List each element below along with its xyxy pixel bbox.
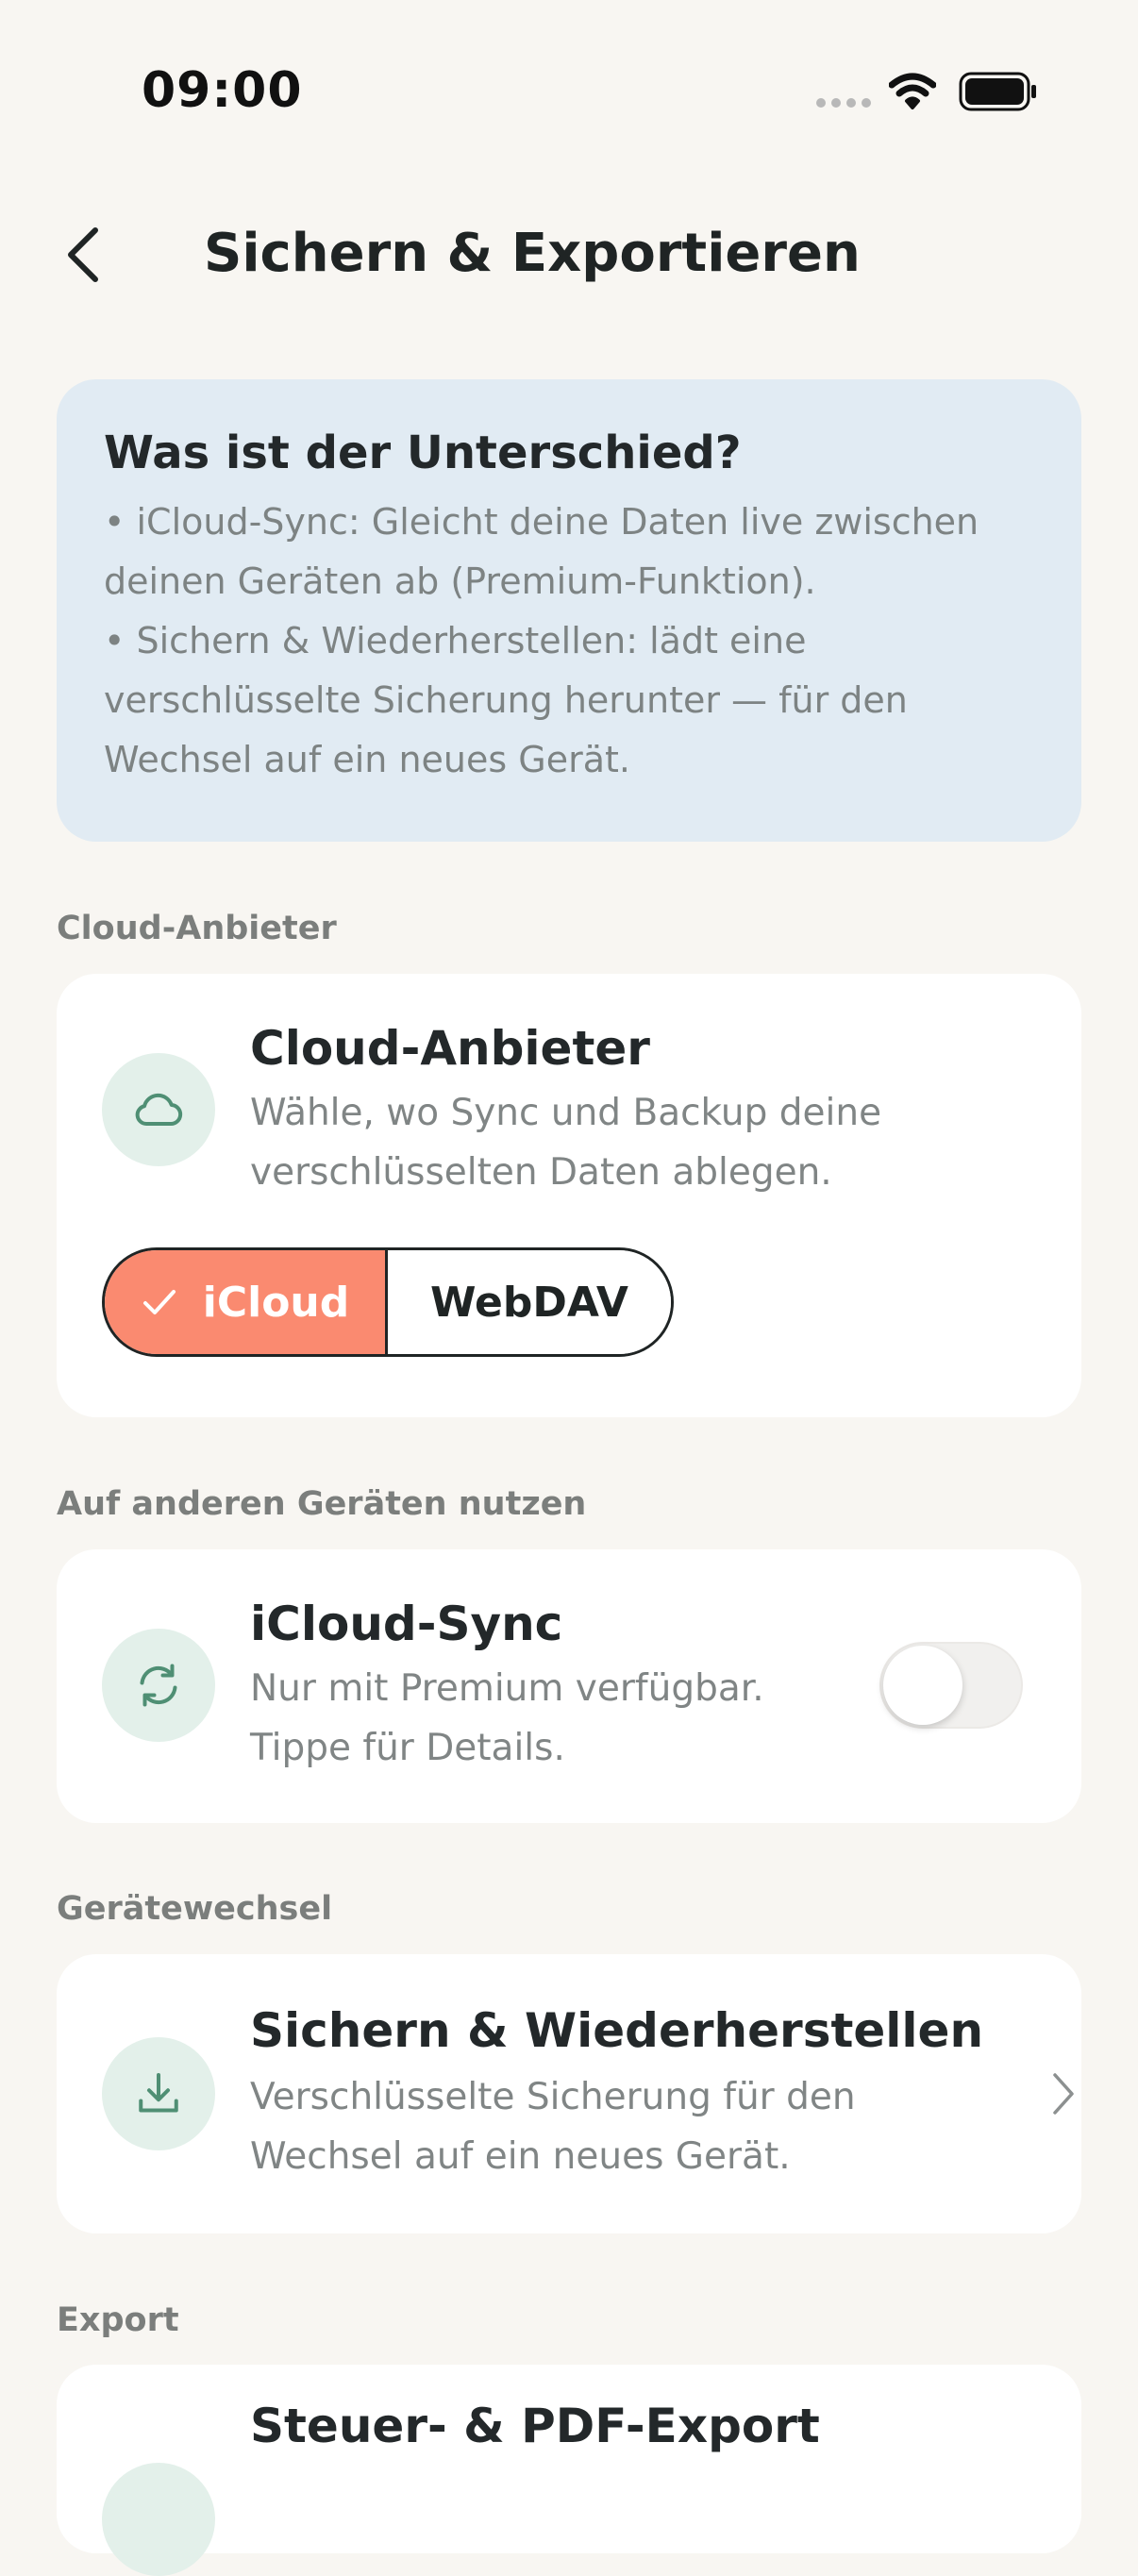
info-card: Was ist der Unterschied? • iCloud-Sync: … [57,379,1081,842]
chevron-right-icon [1053,2073,1074,2115]
download-icon-circle [102,2037,215,2150]
chevron-left-icon [68,227,98,282]
tax-pdf-export-card[interactable]: Steuer- & PDF-Export [57,2365,1081,2576]
cloud-icon-circle [102,1053,215,1166]
backup-restore-title: Sichern & Wiederherstellen [250,2003,984,2058]
cloud-card-desc: verschlüsselten Daten ablegen. [250,1151,832,1194]
info-title: Was ist der Unterschied? [104,427,742,479]
wifi-icon [889,73,936,109]
section-label-export: Export [57,2301,179,2339]
cloud-provider-segmented-control: iCloud WebDAV [102,1247,674,1357]
section-label-devices: Auf anderen Geräten nutzen [57,1485,587,1523]
back-button[interactable] [49,217,115,293]
info-line: deinen Geräten ab (Premium-Funktion). [104,560,816,602]
icloud-sync-desc: Nur mit Premium verfügbar. [250,1667,764,1710]
export-icon-circle [102,2463,215,2576]
toggle-knob [883,1646,962,1725]
icloud-sync-card[interactable]: iCloud-Sync Nur mit Premium verfügbar. T… [57,1549,1081,1823]
checkmark-icon [142,1290,176,1314]
cloud-card-desc: Wähle, wo Sync und Backup deine [250,1092,882,1134]
backup-restore-card[interactable]: Sichern & Wiederherstellen Verschlüsselt… [57,1954,1081,2233]
icloud-sync-toggle[interactable] [879,1642,1023,1729]
info-line: Wechsel auf ein neues Gerät. [104,739,630,780]
cloud-provider-card: Cloud-Anbieter Wähle, wo Sync und Backup… [57,974,1081,1417]
segment-icloud-label: iCloud [202,1278,350,1327]
battery-icon [959,72,1036,111]
backup-restore-desc: Wechsel auf ein neues Gerät. [250,2135,791,2178]
cloud-card-title: Cloud-Anbieter [250,1021,650,1076]
sync-icon-circle [102,1629,215,1742]
icloud-sync-title: iCloud-Sync [250,1597,563,1651]
cellular-signal-icon [816,98,871,108]
info-line: • Sichern & Wiederherstellen: lädt eine [104,620,807,661]
segment-webdav-label: WebDAV [430,1278,628,1327]
segment-icloud[interactable]: iCloud [105,1250,388,1354]
info-line: • iCloud-Sync: Gleicht deine Daten live … [104,501,979,543]
info-line: verschlüsselte Sicherung herunter — für … [104,679,908,721]
sync-icon [140,1664,177,1707]
icloud-sync-desc: Tippe für Details. [250,1727,565,1769]
backup-restore-desc: Verschlüsselte Sicherung für den [250,2076,856,2118]
section-label-device-change: Gerätewechsel [57,1890,333,1928]
status-time: 09:00 [142,62,303,119]
segment-webdav[interactable]: WebDAV [388,1250,671,1354]
tax-pdf-export-title: Steuer- & PDF-Export [250,2399,820,2453]
cloud-icon [135,1093,183,1126]
section-label-cloud: Cloud-Anbieter [57,910,337,947]
page-title: Sichern & Exportieren [204,223,861,284]
status-bar: 09:00 [0,0,1138,189]
download-icon [139,2073,178,2113]
